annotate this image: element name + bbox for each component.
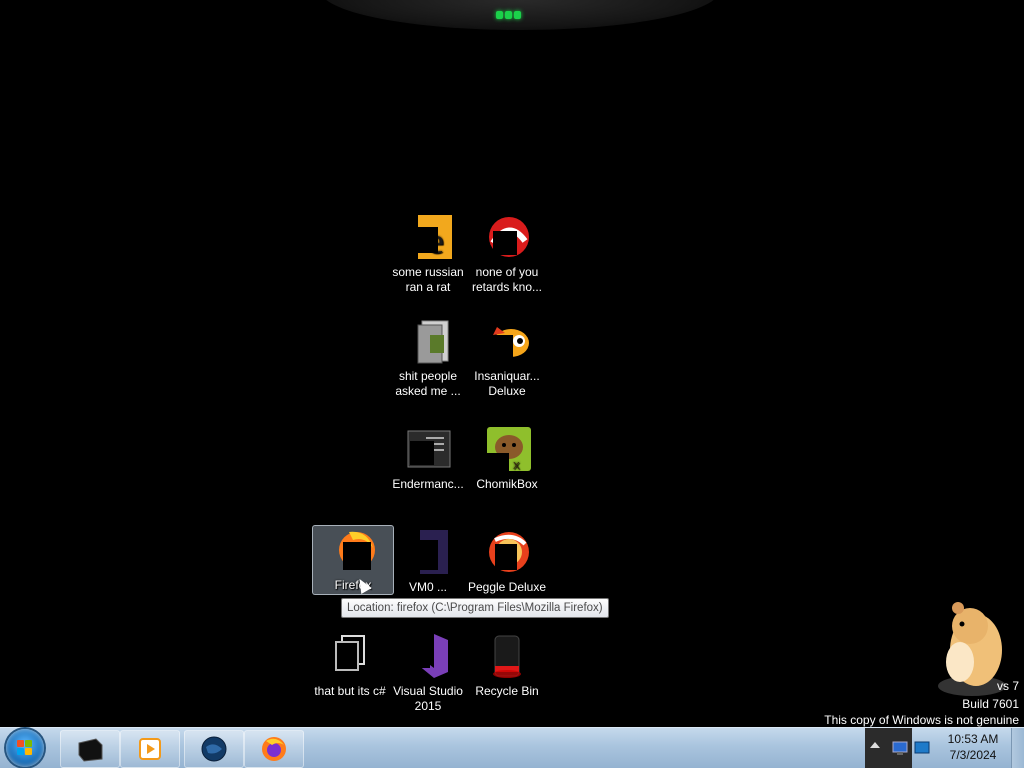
desktop-icon-endermanch[interactable]: Endermanc... (388, 425, 468, 492)
taskbar-media-center[interactable] (60, 730, 120, 768)
desktop-icon-russian-rat[interactable]: e some russian ran a rat (388, 213, 468, 295)
taskbar-media-player[interactable] (120, 730, 180, 768)
desktop-icon-chomikbox[interactable]: X ChomikBox (467, 425, 547, 492)
status-led (496, 6, 528, 19)
peggle-icon (483, 528, 531, 576)
visual-studio-icon (404, 632, 452, 680)
desktop-icon-insaniquarium[interactable]: Insaniquar... Deluxe (467, 317, 547, 399)
media-player-icon (136, 735, 164, 763)
vm-icon (404, 528, 452, 576)
monitor-icon[interactable] (914, 740, 930, 756)
top-gadget (320, 0, 720, 30)
show-desktop-button[interactable] (1011, 728, 1024, 768)
network-icon[interactable] (892, 740, 908, 756)
media-center-icon (76, 735, 104, 763)
svg-text:X: X (513, 461, 520, 472)
watermark-not-genuine: This copy of Windows is not genuine (824, 713, 1019, 727)
recycle-bin-icon (483, 632, 531, 680)
clock-date: 7/3/2024 (949, 748, 997, 762)
icon-tooltip: Location: firefox (C:\Program Files\Mozi… (341, 598, 609, 618)
hamster-box-icon: X (483, 425, 531, 473)
desktop-icon-visual-studio[interactable]: Visual Studio 2015 (388, 632, 468, 714)
copy-shortcut-icon (326, 632, 374, 680)
clock-time: 10:53 AM (947, 732, 999, 746)
ie-file-icon: e (404, 213, 452, 261)
taskbar: 10:53 AM 7/3/2024 (0, 727, 1024, 768)
desktop-icon-none-of-you[interactable]: none of you retards kno... (467, 213, 547, 295)
terminal-icon (404, 425, 452, 473)
firefox-icon (329, 526, 377, 574)
watermark-build: Build 7601 (962, 697, 1019, 711)
desktop-icon-peggle[interactable]: Peggle Deluxe (467, 528, 547, 595)
watermark-line1: vs 7 (996, 679, 1019, 693)
windows-logo-icon (17, 740, 33, 756)
firefox-icon (260, 735, 288, 763)
show-hidden-icons-icon[interactable] (870, 742, 880, 748)
red-swirl-icon (483, 213, 531, 261)
fish-icon (483, 317, 531, 365)
desktop-icon-shit-people[interactable]: shit people asked me ... (388, 317, 468, 399)
desktop-icon-vm0[interactable]: VM0 ... (388, 528, 468, 595)
desktop-icon-that-but-c-sharp[interactable]: that but its c# (310, 632, 390, 699)
clock[interactable]: 10:53 AM 7/3/2024 (938, 731, 1008, 763)
globe-icon (200, 735, 228, 763)
taskbar-firefox[interactable] (244, 730, 304, 768)
desktop-icon-recycle-bin[interactable]: Recycle Bin (467, 632, 547, 699)
folder-icon (404, 317, 452, 365)
taskbar-globe[interactable] (184, 730, 244, 768)
desktop-icon-firefox[interactable]: Firefox (312, 525, 394, 595)
start-button[interactable] (6, 729, 44, 767)
